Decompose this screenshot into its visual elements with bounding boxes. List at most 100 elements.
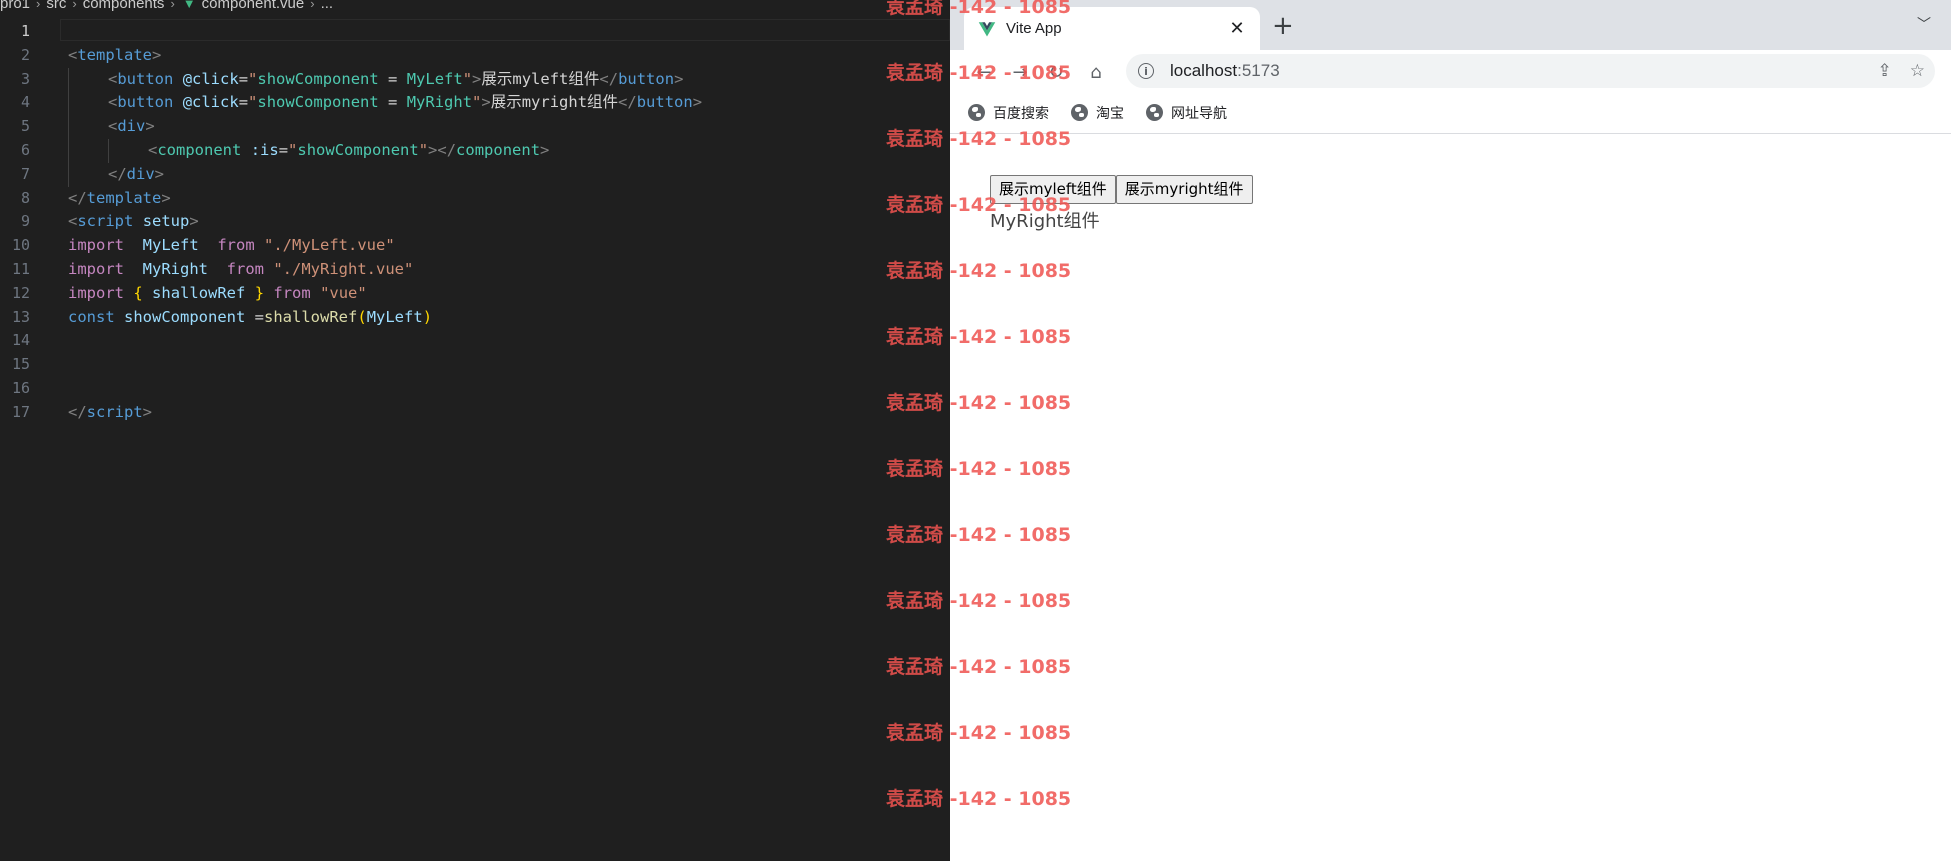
code-line[interactable]: 3 <button @click="showComponent = MyLeft"… xyxy=(0,67,950,92)
code-token: const xyxy=(68,307,115,326)
code-text: </div> xyxy=(30,162,164,187)
code-text: <script setup> xyxy=(30,210,199,234)
breadcrumb-item-symbols[interactable]: ... xyxy=(321,0,334,12)
line-number: 15 xyxy=(11,355,30,374)
line-number: 9 xyxy=(20,212,30,231)
code-token: < xyxy=(108,69,118,88)
address-bar[interactable]: i localhost:5173 ⇪ ☆ xyxy=(1126,54,1935,88)
code-line[interactable]: 9 <script setup> xyxy=(0,210,950,234)
code-editor[interactable]: pro1 › src › components › ▼ component.vu… xyxy=(0,0,950,861)
code-token: > xyxy=(692,93,703,112)
bookmark-star-icon[interactable]: ☆ xyxy=(1910,61,1925,81)
code-token: = xyxy=(245,307,265,326)
vue-file-icon: ▼ xyxy=(182,0,196,11)
code-token: " xyxy=(248,93,258,112)
show-myleft-button[interactable]: 展示myleft组件 xyxy=(990,175,1116,204)
code-line[interactable]: 7 </div> xyxy=(0,162,950,187)
chevron-right-icon: › xyxy=(72,0,77,11)
code-token: showComponent xyxy=(257,69,379,88)
code-token: < xyxy=(108,93,118,112)
code-token: " xyxy=(418,140,429,159)
show-myright-button[interactable]: 展示myright组件 xyxy=(1115,175,1253,204)
home-icon[interactable]: ⌂ xyxy=(1082,58,1110,86)
new-tab-button[interactable]: + xyxy=(1272,13,1294,39)
close-icon[interactable]: ✕ xyxy=(1224,18,1250,39)
bookmark-nav[interactable]: 网址导航 xyxy=(1146,103,1227,123)
info-icon[interactable]: i xyxy=(1138,63,1154,79)
code-line[interactable]: 10 import MyLeft from "./MyLeft.vue" xyxy=(0,234,950,258)
tab-title: Vite App xyxy=(1006,20,1062,37)
code-token: > xyxy=(142,402,153,421)
code-token: setup xyxy=(142,212,190,231)
code-token: 展示myright组件 xyxy=(490,93,619,112)
code-token: < xyxy=(148,140,158,159)
code-line[interactable]: 6 <component :is="showComponent"></compon… xyxy=(0,138,950,163)
code-text: <template> xyxy=(30,44,161,68)
code-token: = xyxy=(238,93,249,112)
code-line[interactable]: 14 xyxy=(0,329,950,353)
code-line[interactable]: 2 <template> xyxy=(0,44,950,68)
code-line[interactable]: 15 xyxy=(0,353,950,377)
share-icon[interactable]: ⇪ xyxy=(1878,61,1892,81)
reload-icon[interactable]: ↻ xyxy=(1042,58,1070,86)
breadcrumb-item-src[interactable]: src xyxy=(46,0,66,12)
code-line[interactable]: 13 const showComponent =shallowRef(MyLeft… xyxy=(0,306,950,330)
indent-guide xyxy=(68,91,69,116)
url-text[interactable]: localhost:5173 xyxy=(1170,61,1878,81)
code-line[interactable]: 12 import { shallowRef } from "vue" xyxy=(0,282,950,306)
breadcrumb-item-project[interactable]: pro1 xyxy=(0,0,30,12)
line-number: 16 xyxy=(11,378,30,397)
back-arrow-icon[interactable]: ← xyxy=(970,58,998,86)
breadcrumb-item-file[interactable]: component.vue xyxy=(202,0,305,12)
code-line[interactable]: 17 </script> xyxy=(0,401,950,425)
code-line[interactable]: 5 <div> xyxy=(0,115,950,139)
bookmark-baidu[interactable]: 百度搜索 xyxy=(968,103,1049,123)
code-token: :is xyxy=(250,140,279,159)
bookmark-label: 百度搜索 xyxy=(993,105,1049,122)
code-token: > xyxy=(152,45,162,64)
code-token: 展示myleft组件 xyxy=(481,69,600,88)
bookmark-taobao[interactable]: 淘宝 xyxy=(1071,103,1124,123)
code-token: < xyxy=(108,117,118,136)
code-token: import xyxy=(68,236,124,255)
forward-arrow-icon[interactable]: → xyxy=(1006,58,1034,86)
code-token: { xyxy=(133,283,143,302)
code-line[interactable]: 11 import MyRight from "./MyRight.vue" xyxy=(0,258,950,282)
chevron-down-icon[interactable]: ﹀ xyxy=(1917,14,1931,34)
code-token: component xyxy=(456,140,541,159)
code-token: template xyxy=(86,188,162,207)
line-number: 5 xyxy=(20,117,30,136)
code-token: < xyxy=(68,45,78,64)
chevron-right-icon: › xyxy=(170,0,175,11)
component-switch-buttons: 展示myleft组件 展示myright组件 xyxy=(990,175,1253,204)
line-number: 7 xyxy=(20,164,30,183)
code-line[interactable]: 1 xyxy=(0,20,950,44)
code-text: <component :is="showComponent"></compone… xyxy=(30,138,549,163)
code-token: > xyxy=(161,188,171,207)
breadcrumb-item-components[interactable]: components xyxy=(83,0,165,12)
code-line[interactable]: 16 xyxy=(0,377,950,401)
code-line[interactable]: 8 </template> xyxy=(0,187,950,211)
line-number: 13 xyxy=(11,307,30,326)
line-number: 10 xyxy=(11,236,30,255)
code-token: " xyxy=(462,69,473,88)
code-token: = xyxy=(238,69,249,88)
code-text: const showComponent =shallowRef(MyLeft) xyxy=(30,306,432,330)
address-bar-actions: ⇪ ☆ xyxy=(1878,61,1926,81)
code-token: ) xyxy=(422,307,433,326)
url-host: localhost xyxy=(1170,61,1238,80)
code-token: ( xyxy=(357,307,367,326)
bookmarks-bar: 百度搜索 淘宝 网址导航 xyxy=(950,92,1951,134)
browser-window: Vite App ✕ + ﹀ ← → ↻ ⌂ i localhost:5173 … xyxy=(950,0,1951,861)
code-line[interactable]: 4 <button @click="showComponent = MyRight… xyxy=(0,91,950,116)
tab-strip: Vite App ✕ + ﹀ xyxy=(950,0,1951,50)
tab-vite-app[interactable]: Vite App ✕ xyxy=(964,7,1260,50)
code-text: <button @click="showComponent = MyRight"… xyxy=(30,91,703,116)
code-area[interactable]: 1 2 <template> 3 <button @click="showCompone… xyxy=(0,20,950,425)
